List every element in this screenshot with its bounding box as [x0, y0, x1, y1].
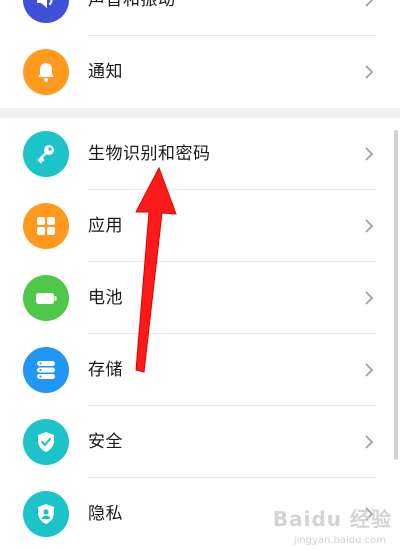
chevron-right-icon — [365, 219, 374, 233]
apps-grid-icon — [23, 203, 69, 249]
settings-item-label: 通知 — [88, 62, 123, 82]
chevron-right-icon — [365, 435, 374, 449]
settings-item-label: 应用 — [88, 216, 123, 236]
storage-icon — [23, 347, 69, 393]
settings-item-label: 生物识别和密码 — [88, 144, 211, 164]
settings-screen: 声音和振动 通知 生物识别和密码 应用 电池 存储 安全 隐私 Baidu 经验… — [0, 0, 400, 550]
scrollbar[interactable] — [394, 130, 398, 460]
settings-item-notifications[interactable]: 通知 — [0, 36, 400, 108]
watermark-logo: Baidu 经验 — [272, 507, 392, 531]
settings-item-apps[interactable]: 应用 — [0, 190, 400, 262]
key-icon — [23, 131, 69, 177]
settings-item-sound-vibration[interactable]: 声音和振动 — [0, 0, 400, 36]
settings-item-label: 存储 — [88, 360, 123, 380]
settings-group-main: 生物识别和密码 应用 电池 存储 安全 隐私 — [0, 118, 400, 550]
bell-icon — [23, 49, 69, 95]
settings-item-biometrics-password[interactable]: 生物识别和密码 — [0, 118, 400, 190]
chevron-right-icon — [365, 291, 374, 305]
speaker-icon — [23, 0, 69, 23]
chevron-right-icon — [365, 363, 374, 377]
chevron-right-icon — [365, 65, 374, 79]
settings-item-battery[interactable]: 电池 — [0, 262, 400, 334]
settings-item-storage[interactable]: 存储 — [0, 334, 400, 406]
settings-group-sound-notifications: 声音和振动 通知 — [0, 0, 400, 108]
privacy-shield-icon — [23, 491, 69, 537]
watermark-url: jingyan.baidu.com — [293, 535, 386, 546]
settings-item-label: 安全 — [88, 432, 123, 452]
settings-item-security[interactable]: 安全 — [0, 406, 400, 478]
chevron-right-icon — [365, 0, 374, 7]
settings-item-label: 隐私 — [88, 504, 123, 524]
shield-check-icon — [23, 419, 69, 465]
settings-item-label: 声音和振动 — [88, 0, 176, 10]
settings-item-label: 电池 — [88, 288, 123, 308]
battery-icon — [23, 275, 69, 321]
section-gap — [0, 108, 400, 118]
chevron-right-icon — [365, 147, 374, 161]
